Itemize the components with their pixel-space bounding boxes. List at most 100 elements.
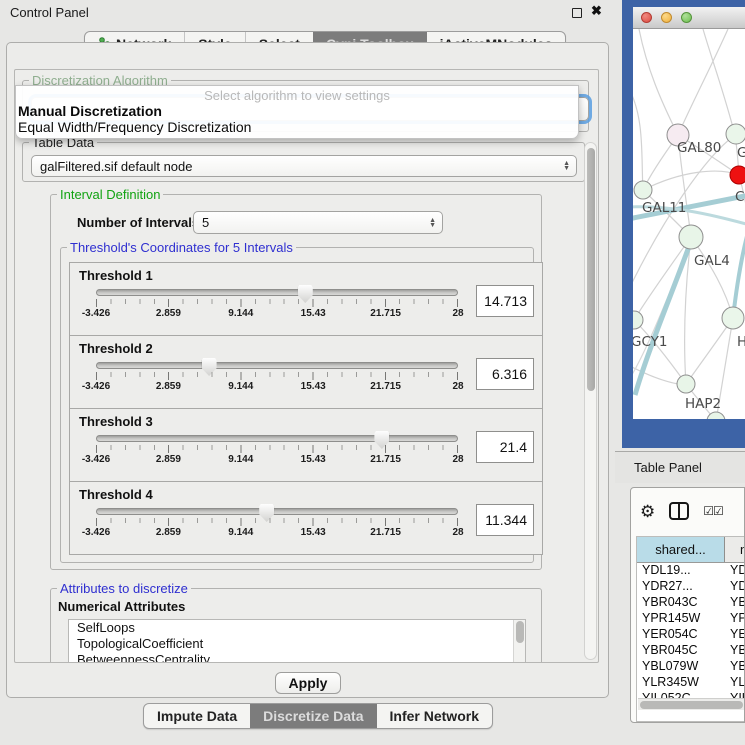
network-edge[interactable]	[691, 237, 733, 318]
window-title: Control Panel	[10, 5, 89, 20]
table-row[interactable]: YBR043CYBR0	[637, 595, 744, 611]
network-edge[interactable]	[703, 29, 735, 135]
cell-shared-name[interactable]: YBR045C	[637, 643, 725, 659]
table-row[interactable]: YLR345WYLR3	[637, 675, 744, 691]
threshold-slider[interactable]: -3.4262.8599.14415.4321.71528	[96, 435, 458, 466]
tick-label: 15.43	[301, 308, 326, 319]
tab-infer-network[interactable]: Infer Network	[377, 704, 492, 728]
cell-shared-name[interactable]: YBR043C	[637, 595, 725, 611]
network-node-gal11[interactable]	[634, 181, 652, 199]
network-node-h[interactable]	[722, 307, 744, 329]
cell-shared-name[interactable]: YER054C	[637, 627, 725, 643]
threshold-value-field[interactable]: 21.4	[476, 431, 534, 463]
network-edge[interactable]	[635, 241, 691, 395]
cell-name[interactable]: YBR0	[725, 643, 744, 659]
network-canvas[interactable]: GAL80GACGAL11GAL4GCY1HHAP2	[633, 29, 745, 419]
cell-name[interactable]: YDR2	[725, 579, 744, 595]
float-window-icon[interactable]	[572, 8, 582, 18]
network-node-rednode[interactable]	[730, 166, 745, 184]
attributes-scrollbar[interactable]	[513, 620, 525, 663]
table-data-combobox[interactable]: galFiltered.sif default node ▲▼	[31, 155, 577, 177]
slider-track[interactable]	[96, 508, 458, 515]
cell-name[interactable]: YBR0	[725, 595, 744, 611]
numerical-attributes-list[interactable]: SelfLoopsTopologicalCoefficientBetweenne…	[68, 619, 526, 663]
slider-track[interactable]	[96, 435, 458, 442]
tick-label: 28	[452, 527, 463, 538]
stepper-arrows-icon[interactable]: ▲▼	[429, 218, 436, 228]
cell-shared-name[interactable]: YDR27...	[637, 579, 725, 595]
cell-name[interactable]: YER0	[725, 627, 744, 643]
attributes-scrollbar-thumb[interactable]	[516, 621, 524, 643]
close-icon[interactable]: ✖	[591, 3, 602, 19]
table-row[interactable]: YER054CYER0	[637, 627, 744, 643]
interval-definition-groupbox: Interval Definition Number of Intervals …	[50, 194, 542, 570]
column-header-name[interactable]: name	[725, 537, 744, 562]
network-node-gal4[interactable]	[679, 225, 703, 249]
close-traffic-light-icon[interactable]	[641, 12, 652, 23]
table-row[interactable]: YDL19...YDL1	[637, 563, 744, 579]
checked-checkboxes-icon[interactable]: ☑☑	[703, 504, 723, 518]
network-edge[interactable]	[678, 29, 728, 135]
cell-shared-name[interactable]: YDL19...	[637, 563, 725, 579]
threshold-value-field[interactable]: 6.316	[476, 358, 534, 390]
tab-discretize-data[interactable]: Discretize Data	[250, 704, 376, 728]
threshold-value-field[interactable]: 14.713	[476, 285, 534, 317]
network-edge[interactable]	[643, 171, 739, 190]
settings-scrollbar-thumb[interactable]	[587, 148, 595, 391]
slider-track[interactable]	[96, 289, 458, 296]
dropdown-option-manual[interactable]: Manual Discretization	[16, 103, 578, 119]
table-hscrollbar[interactable]	[638, 698, 744, 710]
threshold-slider[interactable]: -3.4262.8599.14415.4321.71528	[96, 508, 458, 539]
threshold-slider[interactable]: -3.4262.8599.14415.4321.71528	[96, 362, 458, 393]
cell-name[interactable]: YPR1	[725, 611, 744, 627]
split-columns-icon[interactable]	[668, 501, 690, 521]
network-node-gal[interactable]	[726, 124, 745, 144]
network-edge[interactable]	[633, 87, 643, 190]
tick-label: 9.144	[228, 454, 253, 465]
settings-scrollbar[interactable]	[584, 142, 597, 660]
table-row[interactable]: YBL079WYBL0	[637, 659, 744, 675]
tab-label: Discretize Data	[263, 708, 363, 724]
slider-track[interactable]	[96, 362, 458, 369]
network-edge[interactable]	[686, 318, 733, 384]
threshold-label: Threshold 4	[79, 487, 153, 502]
gear-icon[interactable]: ⚙	[640, 503, 655, 520]
table-row[interactable]: YBR045CYBR0	[637, 643, 744, 659]
apply-button[interactable]: Apply	[275, 672, 341, 694]
cell-shared-name[interactable]: YLR345W	[637, 675, 725, 691]
table-panel-toolbar: ⚙ ☑☑	[631, 488, 744, 534]
node-label-gal4: GAL4	[694, 253, 730, 269]
node-label-gal11: GAL11	[642, 200, 686, 216]
threshold-value-field[interactable]: 11.344	[476, 504, 534, 536]
cell-shared-name[interactable]: YPR145W	[637, 611, 725, 627]
table-row[interactable]: YDR27...YDR2	[637, 579, 744, 595]
network-edge[interactable]	[733, 225, 745, 318]
cell-name[interactable]: YLR3	[725, 675, 744, 691]
table-hscrollbar-thumb[interactable]	[640, 701, 743, 709]
cell-shared-name[interactable]: YBL079W	[637, 659, 725, 675]
network-edge[interactable]	[634, 237, 691, 320]
table-row[interactable]: YPR145WYPR1	[637, 611, 744, 627]
network-window[interactable]: GAL80GACGAL11GAL4GCY1HHAP2	[622, 0, 745, 448]
attribute-item[interactable]: TopologicalCoefficient	[69, 636, 525, 652]
minimize-traffic-light-icon[interactable]	[661, 12, 672, 23]
threshold-slider[interactable]: -3.4262.8599.14415.4321.71528	[96, 289, 458, 320]
bottom-tabbar: Impute Data Discretize Data Infer Network	[143, 703, 493, 729]
cell-name[interactable]: YDL1	[725, 563, 744, 579]
tab-impute-data[interactable]: Impute Data	[144, 704, 250, 728]
dropdown-option-equal-width[interactable]: Equal Width/Frequency Discretization	[16, 119, 578, 135]
cell-name[interactable]: YBL0	[725, 659, 744, 675]
attribute-item[interactable]: SelfLoops	[69, 620, 525, 636]
column-header-shared[interactable]: shared...	[637, 537, 725, 562]
network-edge[interactable]	[639, 29, 678, 135]
tick-label: -3.426	[82, 454, 110, 465]
tick-label: 2.859	[156, 527, 181, 538]
network-window-titlebar[interactable]	[633, 7, 745, 29]
network-node-gcy1[interactable]	[633, 311, 643, 329]
network-node-hap2[interactable]	[677, 375, 695, 393]
dropdown-hint: Select algorithm to view settings	[16, 86, 578, 103]
stepper-arrows-icon[interactable]: ▲▼	[563, 161, 570, 171]
attribute-item[interactable]: BetweennessCentrality	[69, 652, 525, 663]
zoom-traffic-light-icon[interactable]	[681, 12, 692, 23]
num-intervals-combobox[interactable]: 5 ▲▼	[193, 211, 443, 234]
